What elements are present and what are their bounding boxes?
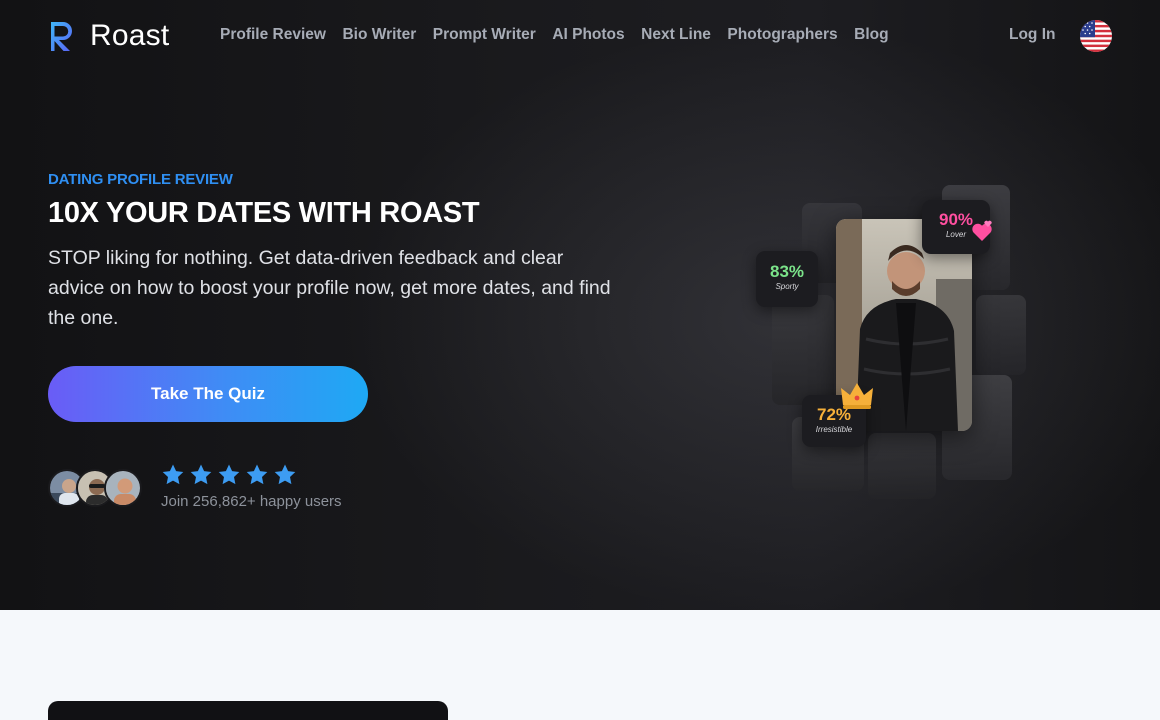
roast-logo-icon [51, 21, 72, 51]
lover-score-badge: 90% Lover [922, 200, 992, 254]
nav-prompt-writer[interactable]: Prompt Writer [433, 26, 536, 44]
hero-section: Roast Profile Review Bio Writer Prompt W… [0, 0, 1160, 610]
us-flag-icon[interactable] [1080, 20, 1112, 52]
hero-headline: 10X YOUR DATES WITH ROAST [48, 197, 480, 229]
nav-profile-review[interactable]: Profile Review [220, 26, 326, 44]
star-icon [274, 464, 296, 485]
nav-next-line[interactable]: Next Line [641, 26, 711, 44]
hearts-icon [972, 220, 992, 241]
main-nav: Profile Review Bio Writer Prompt Writer … [220, 26, 905, 44]
irresistible-score-badge: 72% Irresistible [802, 383, 873, 447]
background-photo [868, 433, 936, 499]
login-link[interactable]: Log In [1009, 26, 1056, 44]
sporty-score-value: 83% [769, 262, 805, 281]
star-icon [246, 464, 268, 485]
nav-blog[interactable]: Blog [854, 26, 888, 44]
brand-logo[interactable]: Roast [48, 19, 169, 53]
take-quiz-button[interactable]: Take The Quiz [48, 366, 368, 422]
star-icon [162, 464, 184, 485]
nav-photographers[interactable]: Photographers [727, 26, 837, 44]
hero-subtext: STOP liking for nothing. Get data-driven… [48, 247, 611, 329]
rating-stars [161, 463, 301, 487]
irresistible-score-label: Irresistible [815, 425, 853, 434]
profile-collage: 90% Lover 83% Sporty 72% Irresistible [740, 175, 1040, 505]
star-icon [218, 464, 240, 485]
user-avatars [48, 469, 148, 507]
sporty-score-label: Sporty [775, 282, 799, 291]
hero-eyebrow: DATING PROFILE REVIEW [48, 171, 233, 188]
background-photo [976, 295, 1026, 375]
nav-ai-photos[interactable]: AI Photos [552, 26, 624, 44]
social-proof-text: Join 256,862+ happy users [161, 493, 342, 510]
sporty-score-badge: 83% Sporty [756, 251, 818, 307]
section-card [48, 701, 448, 720]
nav-bio-writer[interactable]: Bio Writer [342, 26, 416, 44]
brand-name: Roast [90, 19, 170, 52]
star-icon [190, 464, 212, 485]
avatar [104, 469, 142, 507]
crown-icon [841, 383, 873, 409]
background-photo [772, 295, 834, 405]
